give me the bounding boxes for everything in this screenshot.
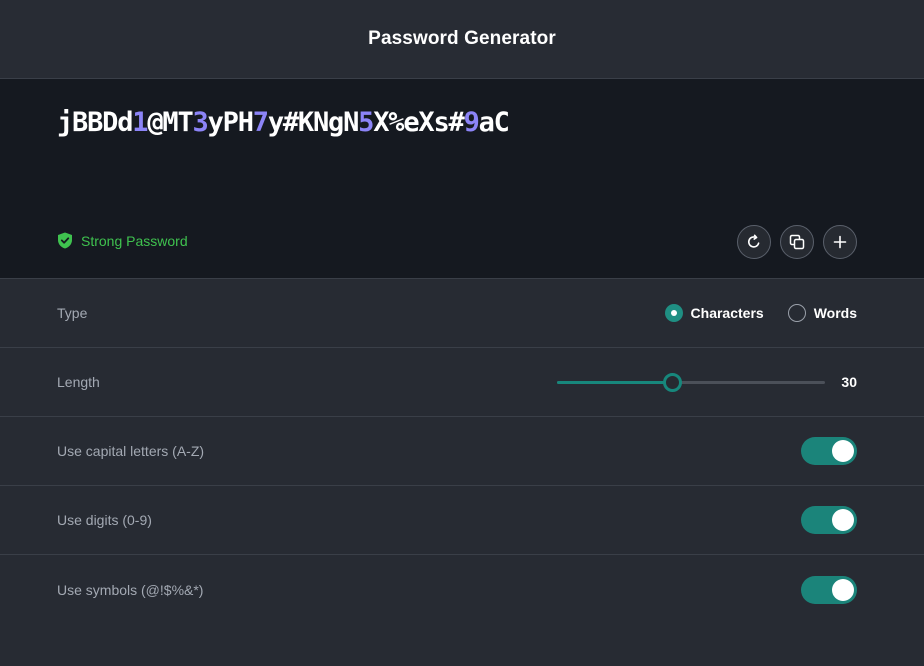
- password-chars: yPH: [207, 107, 254, 138]
- password-digit: 9: [463, 107, 480, 138]
- password-chars: X%eXs#: [373, 107, 465, 138]
- add-button[interactable]: [823, 225, 857, 259]
- plus-icon: [833, 235, 847, 249]
- copy-button[interactable]: [780, 225, 814, 259]
- symbols-label: Use symbols (@!$%&*): [57, 581, 204, 598]
- radio-characters-label[interactable]: Characters: [691, 305, 764, 321]
- password-actions: [737, 225, 857, 259]
- shield-check-icon: [57, 232, 73, 249]
- settings-list: Type Characters Words Length 30 Use capi…: [0, 279, 924, 624]
- radio-words-label[interactable]: Words: [814, 305, 857, 321]
- length-slider[interactable]: [557, 372, 825, 392]
- regenerate-button[interactable]: [737, 225, 771, 259]
- capitals-row: Use capital letters (A-Z): [0, 417, 924, 486]
- password-chars: @MT: [147, 107, 193, 138]
- password-digit: 7: [252, 107, 269, 138]
- password-chars: y#KNgN: [267, 107, 360, 138]
- length-label: Length: [57, 374, 100, 390]
- toggle-knob: [832, 440, 854, 462]
- password-digit: 5: [358, 107, 374, 138]
- password-digit: 1: [132, 107, 148, 138]
- password-generator-window: Password Generator jBBDd1@MT3yPH7y#KNgN5…: [0, 0, 924, 666]
- refresh-icon: [747, 234, 760, 248]
- type-label: Type: [57, 305, 88, 321]
- capitals-label: Use capital letters (A-Z): [57, 443, 205, 459]
- type-radio-group: Characters Words: [664, 304, 857, 322]
- digits-toggle[interactable]: [801, 506, 857, 534]
- radio-characters-circle[interactable]: [664, 304, 683, 322]
- digits-row: Use digits (0-9): [0, 486, 924, 555]
- digits-label: Use digits (0-9): [57, 512, 152, 528]
- page-title: Password Generator: [368, 28, 556, 49]
- password-digit: 3: [192, 107, 209, 138]
- symbols-toggle[interactable]: [801, 575, 857, 604]
- password-chars: aC: [478, 107, 510, 138]
- radio-words[interactable]: Words: [787, 304, 857, 322]
- slider-fill: [557, 381, 673, 384]
- strength-label: Strong Password: [81, 232, 188, 249]
- length-value: 30: [841, 374, 857, 390]
- radio-characters[interactable]: Characters: [664, 304, 764, 322]
- type-row: Type Characters Words: [0, 279, 924, 348]
- capitals-toggle[interactable]: [801, 437, 857, 465]
- header: Password Generator: [0, 0, 924, 79]
- strength-indicator: Strong Password: [57, 232, 188, 249]
- password-chars: jBBDd: [57, 107, 133, 138]
- symbols-row: Use symbols (@!$%&*): [0, 555, 924, 624]
- toggle-knob: [832, 509, 854, 531]
- generated-password[interactable]: jBBDd1@MT3yPH7y#KNgN5X%eXs#9aC: [57, 107, 510, 138]
- length-row: Length 30: [0, 348, 924, 417]
- radio-words-circle[interactable]: [787, 304, 806, 322]
- password-panel: jBBDd1@MT3yPH7y#KNgN5X%eXs#9aC Strong Pa…: [0, 79, 924, 279]
- slider-thumb[interactable]: [663, 373, 683, 392]
- copy-icon: [789, 234, 805, 250]
- toggle-knob: [832, 578, 854, 601]
